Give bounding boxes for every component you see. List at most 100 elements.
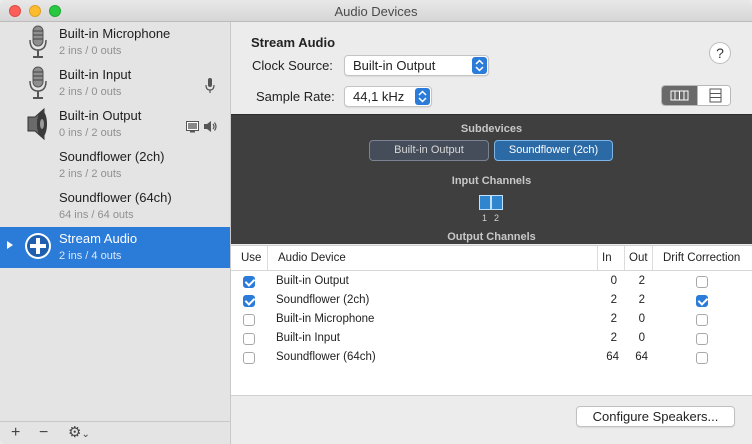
use-checkbox[interactable] (243, 295, 255, 307)
sample-rate-label: Sample Rate: (256, 89, 335, 104)
use-checkbox[interactable] (243, 333, 255, 345)
in-cell: 2 (610, 294, 617, 306)
configure-speakers-button[interactable]: Configure Speakers... (576, 406, 735, 427)
device-list: Built-in Microphone 2 ins / 0 outs Built… (0, 22, 231, 444)
clock-source-label: Clock Source: (252, 58, 333, 73)
speaker-output-icon (204, 121, 217, 132)
device-item-built-in-microphone[interactable]: Built-in Microphone 2 ins / 0 outs (0, 22, 230, 63)
out-cell: 64 (635, 351, 648, 363)
device-cell: Built-in Output (276, 275, 349, 287)
table-row: Built-in Output 0 2 (231, 273, 752, 292)
sample-rate-value: 44,1 kHz (353, 89, 405, 104)
device-cell: Built-in Microphone (276, 313, 375, 325)
device-item-soundflower-64ch[interactable]: Soundflower (64ch) 64 ins / 64 outs (0, 186, 230, 227)
device-detail-panel: Stream Audio Clock Source: Built-in Outp… (231, 22, 752, 444)
use-checkbox[interactable] (243, 352, 255, 364)
drift-correction-checkbox[interactable] (696, 314, 708, 326)
view-rows-button[interactable] (697, 86, 730, 105)
device-item-built-in-output[interactable]: Built-in Output 0 ins / 2 outs (0, 104, 230, 145)
device-name: Soundflower (64ch) (59, 190, 172, 205)
table-row: Soundflower (2ch) 2 2 (231, 292, 752, 311)
table-row: Built-in Input 2 0 (231, 330, 752, 349)
disclosure-triangle-icon[interactable] (7, 241, 13, 249)
audio-devices-window: Audio Devices Built-in Microphone 2 ins … (0, 0, 752, 444)
device-io-count: 2 ins / 0 outs (59, 45, 122, 57)
out-cell: 0 (638, 332, 645, 344)
column-header-use[interactable]: Use (231, 246, 268, 270)
microphone-icon (29, 25, 47, 58)
system-output-icon (186, 121, 199, 133)
column-header-out[interactable]: Out (625, 246, 653, 270)
input-channels-heading: Input Channels (451, 175, 532, 187)
clock-source-value: Built-in Output (353, 58, 436, 73)
column-header-in[interactable]: In (598, 246, 625, 270)
sample-rate-select[interactable]: 44,1 kHz (344, 86, 432, 107)
input-channel-2[interactable] (491, 195, 503, 210)
popup-arrows-icon (472, 57, 487, 74)
device-io-count: 64 ins / 64 outs (59, 209, 134, 221)
bottom-bar: Configure Speakers... (231, 395, 752, 444)
subdevice-table: Use Audio Device In Out Drift Correction… (231, 245, 752, 395)
view-columns-button[interactable] (662, 86, 697, 105)
output-channels-heading: Output Channels (447, 231, 536, 243)
device-name: Stream Audio (59, 231, 138, 246)
use-checkbox[interactable] (243, 276, 255, 288)
channel-map-panel: Subdevices Built-in Output Soundflower (… (231, 114, 752, 244)
drift-correction-checkbox[interactable] (696, 295, 708, 307)
chevron-down-icon: ⌄ (81, 429, 90, 440)
subdevices-heading: Subdevices (460, 123, 523, 135)
view-mode-control (661, 85, 731, 106)
title-bar: Audio Devices (0, 0, 752, 22)
drift-correction-checkbox[interactable] (696, 333, 708, 345)
device-name: Built-in Microphone (59, 26, 171, 41)
in-cell: 0 (610, 275, 617, 287)
subdevice-built-in-output[interactable]: Built-in Output (369, 140, 489, 161)
device-cell: Soundflower (2ch) (276, 294, 370, 306)
table-header: Use Audio Device In Out Drift Correction (231, 246, 752, 271)
window-title: Audio Devices (334, 4, 418, 19)
column-header-audio-device[interactable]: Audio Device (268, 246, 598, 270)
table-row: Built-in Microphone 2 0 (231, 311, 752, 330)
remove-device-button[interactable]: − (39, 423, 48, 443)
aggregate-device-icon (25, 233, 51, 259)
in-cell: 2 (610, 332, 617, 344)
add-device-button[interactable]: + (11, 423, 20, 443)
subdevice-soundflower-2ch[interactable]: Soundflower (2ch) (494, 140, 613, 161)
mic-input-icon (205, 78, 215, 93)
input-channel-number: 1 (482, 213, 488, 223)
out-cell: 2 (638, 294, 645, 306)
device-io-count: 0 ins / 2 outs (59, 127, 122, 139)
gear-icon: ⚙ (68, 424, 82, 441)
column-header-drift-correction[interactable]: Drift Correction (653, 246, 752, 270)
device-cell: Built-in Input (276, 332, 340, 344)
device-name: Soundflower (2ch) (59, 149, 165, 164)
input-channel-1[interactable] (479, 195, 491, 210)
device-cell: Soundflower (64ch) (276, 351, 376, 363)
device-io-count: 2 ins / 0 outs (59, 86, 122, 98)
drift-correction-checkbox[interactable] (696, 352, 708, 364)
device-item-soundflower-2ch[interactable]: Soundflower (2ch) 2 ins / 2 outs (0, 145, 230, 186)
use-checkbox[interactable] (243, 314, 255, 326)
device-item-stream-audio[interactable]: Stream Audio 2 ins / 4 outs (0, 227, 230, 268)
device-title: Stream Audio (251, 35, 336, 50)
device-io-count: 2 ins / 4 outs (59, 250, 122, 262)
drift-correction-checkbox[interactable] (696, 276, 708, 288)
gear-menu-button[interactable]: ⚙⌄ (68, 423, 90, 444)
in-cell: 2 (610, 313, 617, 325)
help-button[interactable]: ? (709, 42, 731, 64)
input-channel-number: 2 (494, 213, 500, 223)
columns-view-icon (670, 90, 689, 101)
device-io-count: 2 ins / 2 outs (59, 168, 122, 180)
device-name: Built-in Input (59, 67, 132, 82)
clock-source-select[interactable]: Built-in Output (344, 55, 489, 76)
popup-arrows-icon (415, 88, 430, 105)
rows-view-icon (709, 88, 722, 103)
sidebar-toolbar: + − ⚙⌄ (0, 421, 230, 444)
microphone-icon (29, 66, 47, 99)
out-cell: 0 (638, 313, 645, 325)
device-item-built-in-input[interactable]: Built-in Input 2 ins / 0 outs (0, 63, 230, 104)
in-cell: 64 (606, 351, 619, 363)
device-name: Built-in Output (59, 108, 142, 123)
table-row: Soundflower (64ch) 64 64 (231, 349, 752, 368)
speaker-icon (27, 107, 47, 141)
